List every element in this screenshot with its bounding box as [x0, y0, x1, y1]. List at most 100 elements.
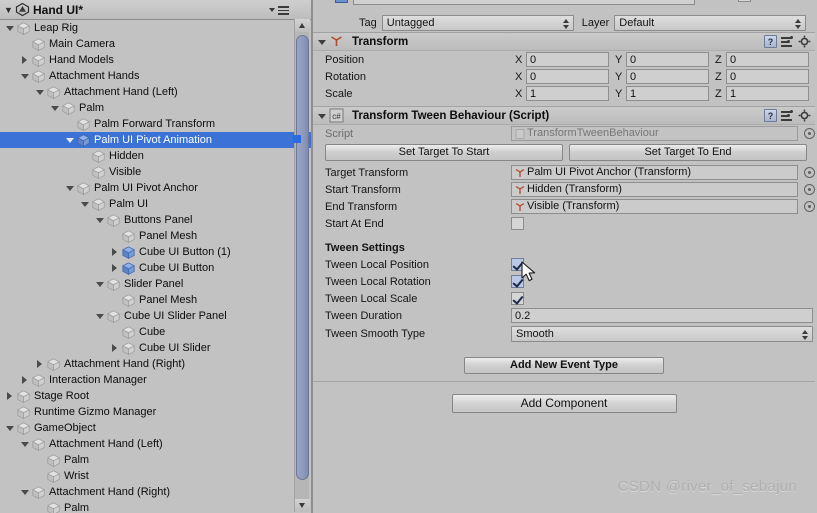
hierarchy-row[interactable]: Interaction Manager [0, 372, 311, 388]
hierarchy-row[interactable]: Hidden [0, 148, 311, 164]
hierarchy-row[interactable]: Palm UI Pivot Animation [0, 132, 311, 148]
help-icon[interactable]: ? [764, 35, 777, 48]
tree-down-arrow-icon[interactable] [48, 100, 61, 116]
help-icon[interactable]: ? [764, 109, 777, 122]
tree-right-arrow-icon[interactable] [33, 356, 46, 372]
gear-icon[interactable] [798, 35, 811, 48]
tree-down-arrow-icon[interactable] [3, 20, 16, 36]
hierarchy-row[interactable]: Visible [0, 164, 311, 180]
tree-down-arrow-icon[interactable] [18, 436, 31, 452]
tree-right-arrow-icon[interactable] [18, 372, 31, 388]
tween-toggle-checkbox[interactable] [511, 292, 524, 305]
tree-right-arrow-icon[interactable] [18, 52, 31, 68]
hierarchy-row[interactable]: Panel Mesh [0, 292, 311, 308]
scroll-down-arrow-icon[interactable] [295, 499, 310, 512]
hierarchy-row[interactable]: Palm UI Pivot Anchor [0, 180, 311, 196]
hierarchy-root-foldout-icon[interactable]: ▼ [2, 0, 15, 20]
transform-rotation-z-field[interactable]: 0 [726, 69, 809, 84]
tween-smooth-dropdown[interactable]: Smooth [511, 325, 813, 342]
layer-dropdown[interactable]: Default [614, 14, 807, 31]
hierarchy-menu-icon[interactable] [269, 4, 289, 16]
object-picker-icon[interactable] [804, 167, 815, 178]
hierarchy-row[interactable]: Hand Models [0, 52, 311, 68]
hierarchy-row[interactable]: Palm [0, 452, 311, 468]
transform-position-x-field[interactable]: 0 [526, 52, 609, 67]
add-component-button[interactable]: Add Component [451, 394, 677, 413]
hierarchy-row[interactable]: Attachment Hand (Right) [0, 484, 311, 500]
tween-toggle-checkbox[interactable] [511, 275, 524, 288]
transform-foldout-icon[interactable] [317, 33, 329, 51]
preset-icon[interactable] [781, 109, 794, 122]
tree-down-arrow-icon[interactable] [18, 484, 31, 500]
tween-object-field[interactable]: Palm UI Pivot Anchor (Transform) [511, 165, 798, 180]
tree-right-arrow-icon[interactable] [108, 340, 121, 356]
object-picker-icon[interactable] [804, 201, 815, 212]
hierarchy-row[interactable]: Cube [0, 324, 311, 340]
tree-down-arrow-icon[interactable] [63, 132, 76, 148]
tree-right-arrow-icon[interactable] [108, 260, 121, 276]
set-target-to-end-button[interactable]: Set Target To End [569, 144, 807, 161]
tween-toggle-checkbox[interactable] [511, 258, 524, 271]
transform-position-y-field[interactable]: 0 [626, 52, 709, 67]
tween-component-header[interactable]: c# Transform Tween Behaviour (Script) ? [313, 107, 815, 125]
object-picker-icon[interactable] [804, 184, 815, 195]
tree-down-arrow-icon[interactable] [33, 84, 46, 100]
tree-down-arrow-icon[interactable] [93, 308, 106, 324]
tree-down-arrow-icon[interactable] [78, 196, 91, 212]
hierarchy-row[interactable]: Cube UI Slider Panel [0, 308, 311, 324]
hierarchy-row[interactable]: Cube UI Button [0, 260, 311, 276]
hierarchy-row[interactable]: Attachment Hand (Left) [0, 84, 311, 100]
transform-position-z-field[interactable]: 0 [726, 52, 809, 67]
hierarchy-row[interactable]: Palm Forward Transform [0, 116, 311, 132]
hierarchy-row[interactable]: Runtime Gizmo Manager [0, 404, 311, 420]
tween-object-field[interactable]: Visible (Transform) [511, 199, 798, 214]
gear-icon[interactable] [798, 109, 811, 122]
tween-duration-field[interactable]: 0.2 [511, 308, 813, 323]
hierarchy-row[interactable]: Cube UI Button (1) [0, 244, 311, 260]
tree-down-arrow-icon[interactable] [3, 420, 16, 436]
transform-rotation-y-field[interactable]: 0 [626, 69, 709, 84]
tween-object-field[interactable]: Hidden (Transform) [511, 182, 798, 197]
preset-icon[interactable] [781, 35, 794, 48]
transform-component-header[interactable]: Transform ? [313, 33, 815, 51]
hierarchy-row[interactable]: Panel Mesh [0, 228, 311, 244]
hierarchy-row[interactable]: Stage Root [0, 388, 311, 404]
hierarchy-row[interactable]: Attachment Hands [0, 68, 311, 84]
hierarchy-row[interactable]: GameObject [0, 420, 311, 436]
hierarchy-row-label: Stage Root [34, 390, 90, 402]
tween-foldout-icon[interactable] [317, 107, 329, 125]
scrollbar-thumb[interactable] [296, 35, 309, 480]
hierarchy-scrollbar[interactable] [294, 19, 310, 512]
transform-scale-x-field[interactable]: 1 [526, 86, 609, 101]
hierarchy-row[interactable]: Palm [0, 500, 311, 513]
hierarchy-row[interactable]: Cube UI Slider [0, 340, 311, 356]
object-picker-icon[interactable] [804, 128, 815, 139]
add-new-event-type-button[interactable]: Add New Event Type [464, 357, 664, 374]
static-checkbox[interactable] [738, 0, 751, 2]
hierarchy-row[interactable]: Attachment Hand (Right) [0, 356, 311, 372]
set-target-to-start-button[interactable]: Set Target To Start [325, 144, 563, 161]
tree-right-arrow-icon[interactable] [108, 244, 121, 260]
chevron-updown-icon [562, 18, 570, 29]
hierarchy-row[interactable]: Palm [0, 100, 311, 116]
start-at-end-checkbox[interactable] [511, 217, 524, 230]
tree-down-arrow-icon[interactable] [93, 276, 106, 292]
hierarchy-row[interactable]: Palm UI [0, 196, 311, 212]
hierarchy-row[interactable]: Leap Rig [0, 20, 311, 36]
tree-down-arrow-icon[interactable] [18, 68, 31, 84]
transform-scale-z-field[interactable]: 1 [726, 86, 809, 101]
transform-rotation-x-field[interactable]: 0 [526, 69, 609, 84]
object-name-field[interactable]: Palm UI Pivot Animation [353, 0, 695, 5]
transform-scale-y-field[interactable]: 1 [626, 86, 709, 101]
scroll-up-arrow-icon[interactable] [295, 19, 310, 32]
hierarchy-row[interactable]: Wrist [0, 468, 311, 484]
tree-down-arrow-icon[interactable] [93, 212, 106, 228]
hierarchy-row[interactable]: Main Camera [0, 36, 311, 52]
tree-down-arrow-icon[interactable] [63, 180, 76, 196]
hierarchy-tree[interactable]: Leap Rig Main Camera Hand Models Attachment… [0, 20, 311, 513]
hierarchy-row[interactable]: Slider Panel [0, 276, 311, 292]
tag-dropdown[interactable]: Untagged [381, 14, 574, 31]
tree-right-arrow-icon[interactable] [3, 388, 16, 404]
hierarchy-row[interactable]: Buttons Panel [0, 212, 311, 228]
hierarchy-row[interactable]: Attachment Hand (Left) [0, 436, 311, 452]
